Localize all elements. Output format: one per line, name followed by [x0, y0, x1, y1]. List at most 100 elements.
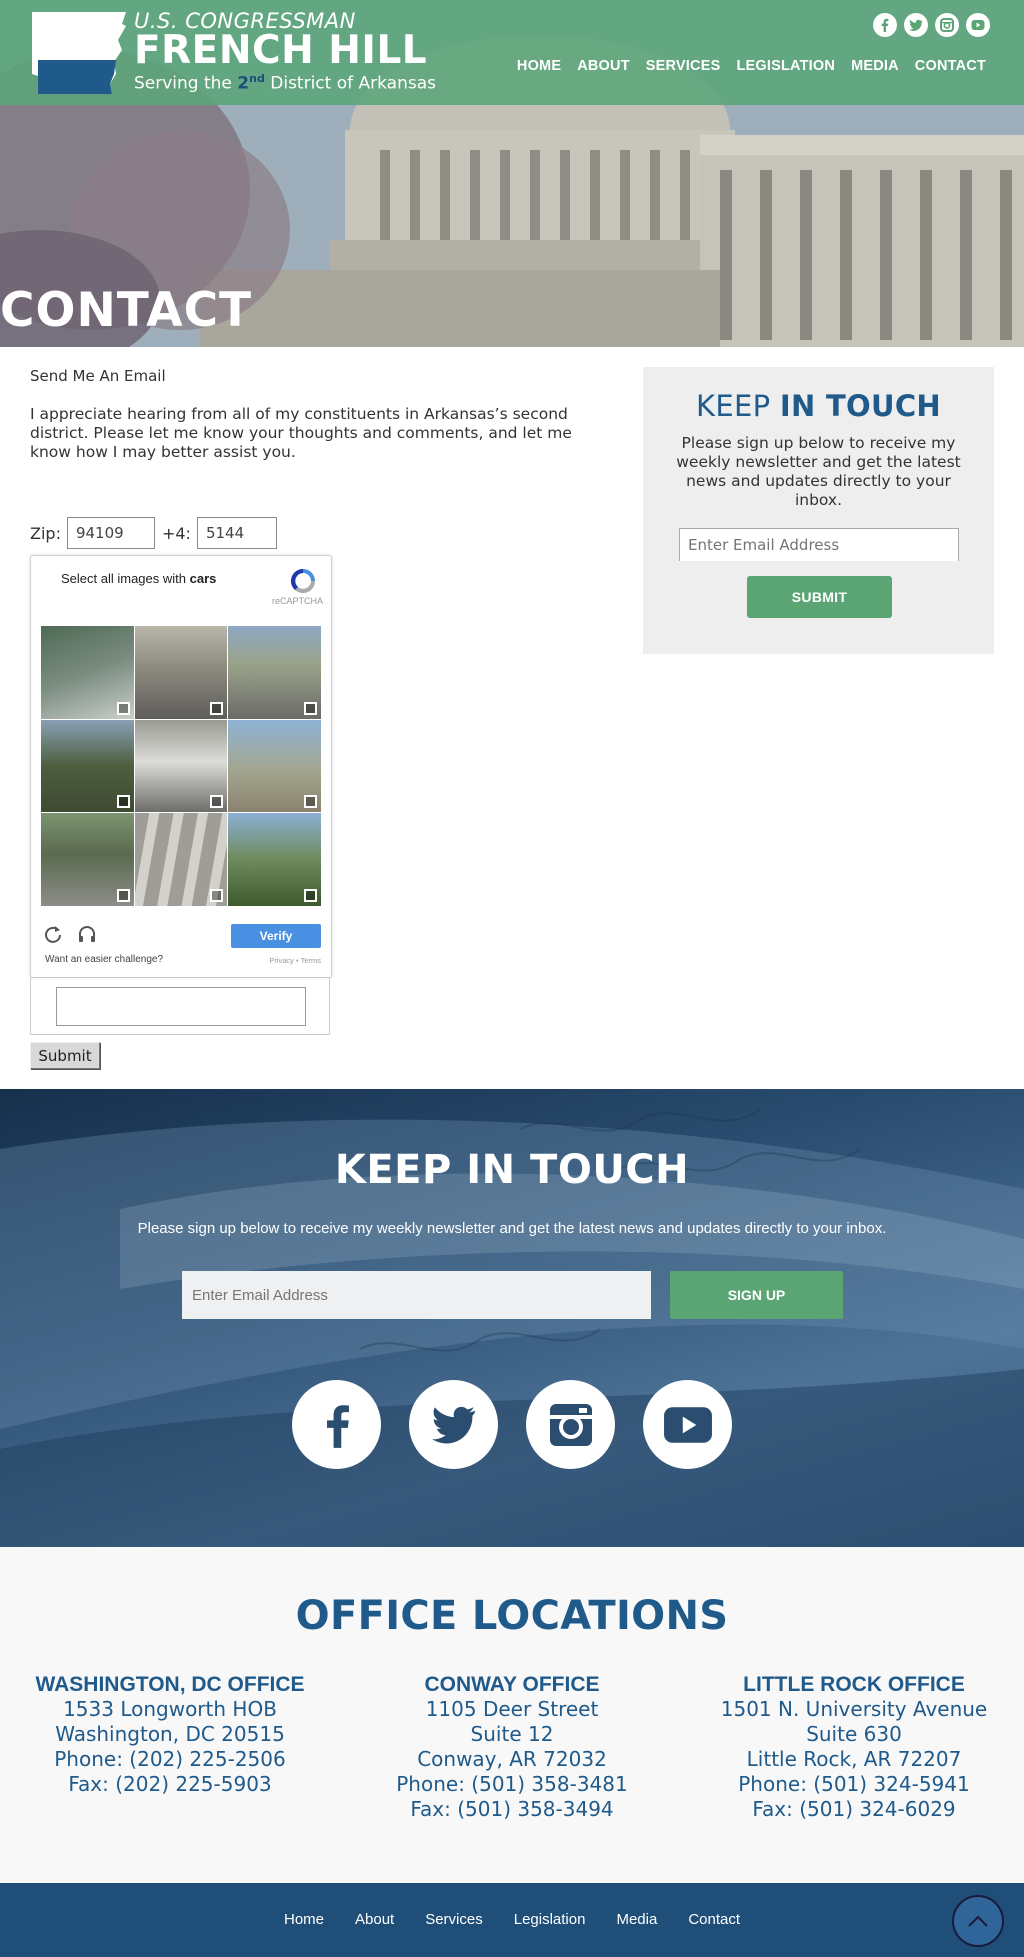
captcha-tile[interactable]: [228, 626, 321, 719]
office-phone[interactable]: Phone: (501) 324-5941: [684, 1772, 1024, 1797]
office-name: WASHINGTON, DC OFFICE: [35, 1673, 305, 1696]
sidebar-email-input[interactable]: [679, 528, 959, 561]
nav-legislation[interactable]: LEGISLATION: [736, 58, 835, 74]
captcha-tile[interactable]: [134, 813, 228, 906]
sidebar-submit-button[interactable]: SUBMIT: [747, 576, 892, 618]
sidebar-newsletter: KEEP IN TOUCH Please sign up below to re…: [643, 367, 994, 654]
captcha-answer-box: [30, 977, 330, 1035]
back-to-top-button[interactable]: [952, 1895, 1004, 1947]
nav-contact[interactable]: CONTACT: [915, 58, 986, 74]
form-intro-text: I appreciate hearing from all of my cons…: [30, 405, 572, 461]
sidebar-title: KEEP IN TOUCH: [643, 389, 994, 423]
footer-nav-contact[interactable]: Contact: [688, 1911, 740, 1928]
page-title: CONTACT: [0, 283, 253, 338]
captcha-prompt-text: Select all images with: [61, 571, 190, 586]
sidebar-title-light: KEEP: [696, 389, 780, 423]
youtube-icon[interactable]: [643, 1380, 732, 1469]
headphones-icon[interactable]: [77, 924, 97, 944]
captcha-answer-input[interactable]: [56, 987, 306, 1026]
office-washington: WASHINGTON, DC OFFICE 1533 Longworth HOB…: [0, 1672, 340, 1797]
footer-nav-about[interactable]: About: [355, 1911, 394, 1928]
newsletter-title-light: KEEP IN: [334, 1147, 531, 1193]
office-address-line: 1501 N. University Avenue: [720, 1697, 988, 1721]
site-footer: Home About Services Legislation Media Co…: [0, 1883, 1024, 1957]
office-little-rock: LITTLE ROCK OFFICE 1501 N. University Av…: [684, 1672, 1024, 1822]
footer-nav: Home About Services Legislation Media Co…: [0, 1911, 1024, 1928]
nav-about[interactable]: ABOUT: [577, 58, 630, 74]
office-fax: Fax: (501) 324-6029: [752, 1797, 956, 1821]
logo-tagline: Serving the 2nd District of Arkansas: [134, 72, 436, 94]
verify-button[interactable]: Verify: [231, 924, 321, 948]
newsletter-title: KEEP IN TOUCH: [0, 1147, 1024, 1193]
office-conway: CONWAY OFFICE 1105 Deer Street Suite 12 …: [342, 1672, 682, 1822]
youtube-icon[interactable]: [966, 13, 990, 37]
footer-nav-legislation[interactable]: Legislation: [514, 1911, 586, 1928]
form-submit-button[interactable]: Submit: [30, 1042, 100, 1069]
footer-social-links: [292, 1380, 732, 1469]
plus4-input[interactable]: [196, 517, 277, 549]
nav-home[interactable]: HOME: [517, 58, 561, 74]
captcha-tile[interactable]: [134, 626, 228, 719]
captcha-tile[interactable]: [228, 719, 321, 813]
reload-icon[interactable]: [43, 924, 63, 944]
main-content: Send Me An Email I appreciate hearing fr…: [0, 347, 1024, 1089]
captcha-footer: Verify Want an easier challenge? Privacy…: [31, 916, 331, 976]
tile-select-icon: [303, 888, 317, 902]
tile-select-icon: [116, 888, 130, 902]
header-social-links: [873, 13, 990, 37]
twitter-icon[interactable]: [904, 13, 928, 37]
zip-input[interactable]: [66, 517, 155, 549]
instagram-icon[interactable]: [526, 1380, 615, 1469]
newsletter-description: Please sign up below to receive my weekl…: [137, 1220, 887, 1237]
arkansas-map-logo[interactable]: [30, 10, 128, 96]
tile-select-icon: [116, 701, 130, 715]
plus4-label: +4:: [161, 523, 191, 543]
footer-nav-media[interactable]: Media: [616, 1911, 657, 1928]
twitter-icon[interactable]: [409, 1380, 498, 1469]
instagram-icon[interactable]: [935, 13, 959, 37]
office-phone[interactable]: Phone: (501) 358-3481: [342, 1772, 682, 1797]
recaptcha-logo-icon: [290, 568, 316, 594]
tile-select-icon: [303, 795, 317, 809]
sidebar-title-bold: IN TOUCH: [779, 389, 941, 423]
easier-challenge-link[interactable]: Want an easier challenge?: [45, 954, 163, 965]
logo-name[interactable]: FRENCH HILL: [134, 28, 427, 73]
offices-title: OFFICE LOCATIONS: [0, 1593, 1024, 1639]
captcha-tile[interactable]: [134, 719, 228, 813]
captcha-tile[interactable]: [41, 626, 134, 719]
tile-select-icon: [210, 888, 224, 902]
office-city-line: Washington, DC 20515: [55, 1722, 285, 1746]
footer-nav-home[interactable]: Home: [284, 1911, 324, 1928]
tile-select-icon: [210, 795, 224, 809]
captcha-tile[interactable]: [41, 719, 134, 813]
captcha-prompt-target: cars: [189, 571, 217, 586]
office-city-line: Little Rock, AR 72207: [746, 1747, 962, 1771]
sidebar-description: Please sign up below to receive my weekl…: [676, 434, 961, 509]
newsletter-title-bold: TOUCH: [530, 1147, 690, 1193]
tagline-district-number: 2: [237, 73, 250, 94]
captcha-prompt: Select all images with cars: [61, 571, 216, 586]
facebook-icon[interactable]: [873, 13, 897, 37]
zip-label: Zip:: [30, 523, 61, 543]
footer-nav-services[interactable]: Services: [425, 1911, 483, 1928]
recaptcha-brand: reCAPTCHA: [271, 596, 323, 606]
main-nav: HOME ABOUT SERVICES LEGISLATION MEDIA CO…: [517, 58, 986, 74]
recaptcha-challenge: Select all images with cars reCAPTCHA Ve…: [30, 555, 332, 978]
facebook-icon[interactable]: [292, 1380, 381, 1469]
form-heading: Send Me An Email: [30, 367, 166, 385]
tagline-post: District of Arkansas: [264, 73, 437, 94]
privacy-terms-link[interactable]: Privacy • Terms: [269, 956, 321, 965]
office-phone[interactable]: Phone: (202) 225-2506: [0, 1747, 340, 1772]
captcha-tile[interactable]: [41, 813, 134, 906]
office-address-line: 1533 Longworth HOB: [63, 1697, 277, 1721]
chevron-up-icon: [968, 1915, 988, 1927]
nav-media[interactable]: MEDIA: [851, 58, 899, 74]
captcha-tile[interactable]: [228, 813, 321, 906]
newsletter-email-input[interactable]: [182, 1271, 651, 1319]
office-locations: OFFICE LOCATIONS WASHINGTON, DC OFFICE 1…: [0, 1547, 1024, 1883]
sign-up-button[interactable]: SIGN UP: [670, 1271, 843, 1319]
tile-select-icon: [210, 701, 224, 715]
nav-services[interactable]: SERVICES: [646, 58, 721, 74]
offices-title-bold: LOCATIONS: [471, 1593, 729, 1639]
office-city-line: Conway, AR 72032: [417, 1747, 607, 1771]
